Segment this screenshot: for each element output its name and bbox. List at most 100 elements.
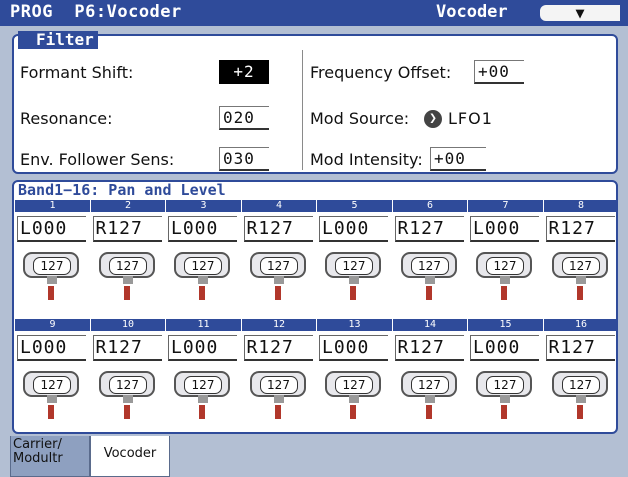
band-level-value: 127: [33, 376, 71, 394]
band-level-bar: [274, 286, 281, 300]
env-follower-sens-label: Env. Follower Sens:: [20, 150, 175, 169]
band-level-bar: [274, 405, 281, 419]
filter-section-label: Filter: [18, 31, 98, 49]
band-number: 3: [165, 200, 241, 212]
band-level-knob[interactable]: 127: [551, 371, 608, 403]
band-pan-field[interactable]: L000: [319, 216, 388, 242]
knob-stem: [198, 395, 208, 403]
band-level-value: 127: [108, 376, 147, 394]
band-level-value: 127: [561, 376, 600, 394]
band-level-value: 127: [184, 376, 222, 394]
band-level-value: 127: [486, 257, 524, 275]
band-level-bar: [350, 405, 356, 419]
band-level-bar: [576, 405, 583, 419]
band-number: 5: [316, 200, 392, 212]
band-level-knob[interactable]: 127: [23, 252, 79, 284]
band-level-value: 127: [335, 257, 373, 275]
knob-stem: [575, 276, 586, 284]
band-level-knob[interactable]: 127: [98, 252, 155, 284]
band-level-knob[interactable]: 127: [174, 252, 230, 284]
band-level-knob[interactable]: 127: [400, 252, 457, 284]
band-level-bar: [425, 286, 432, 300]
band-level-knob[interactable]: 127: [476, 252, 532, 284]
chevron-down-icon: ▼: [575, 4, 585, 22]
knob-stem: [122, 276, 133, 284]
band-pan-field[interactable]: R127: [243, 216, 313, 242]
page-title: Vocoder: [436, 2, 508, 22]
band-level-value: 127: [561, 257, 600, 275]
knob-stem: [198, 276, 208, 284]
tab-carrier-line2: Modultr: [13, 451, 63, 466]
band-level-value: 127: [33, 257, 71, 275]
knob-stem: [500, 395, 510, 403]
band-pan-field[interactable]: L000: [470, 216, 539, 242]
band-number-bar-2: 9 10 11 12 13 14 15 16: [14, 319, 616, 331]
band-level-knob[interactable]: 127: [325, 371, 381, 403]
band-pan-field[interactable]: L000: [17, 216, 86, 242]
band-level-knob[interactable]: 127: [400, 371, 457, 403]
filter-panel: Filter Formant Shift: +2 Resonance: 020 …: [12, 31, 618, 174]
band-number: 7: [467, 200, 543, 212]
tab-carrier-modulator[interactable]: Carrier/ Modultr: [10, 436, 90, 477]
band-number: 4: [240, 200, 317, 212]
band-number: 11: [165, 319, 241, 331]
band-level-value: 127: [410, 376, 449, 394]
band-number: 13: [316, 319, 392, 331]
band-pan-field[interactable]: L000: [17, 335, 86, 361]
band-level-bar: [123, 405, 130, 419]
band-number: 15: [467, 319, 543, 331]
band-level-bar: [199, 286, 205, 300]
band-level-value: 127: [335, 376, 373, 394]
band-number-bar-1: 12345678: [14, 200, 616, 212]
band-pan-field[interactable]: R127: [545, 216, 615, 242]
mod-source-label: Mod Source:: [310, 109, 410, 128]
formant-shift-field[interactable]: +2: [219, 60, 269, 84]
band-pan-field[interactable]: R127: [243, 335, 313, 361]
band-number: 2: [89, 200, 166, 212]
page-menu-button[interactable]: ▼: [538, 3, 622, 23]
mod-source-field[interactable]: LFO1: [448, 109, 493, 128]
knob-stem: [47, 276, 57, 284]
tab-bar: Carrier/ Modultr Vocoder: [0, 436, 628, 477]
resonance-field[interactable]: 020: [219, 106, 269, 130]
band-pan-field[interactable]: L000: [470, 335, 539, 361]
band-pan-field[interactable]: L000: [319, 335, 388, 361]
band-level-knob[interactable]: 127: [174, 371, 230, 403]
knob-stem: [424, 395, 435, 403]
band-level-value: 127: [259, 257, 298, 275]
band-panel: Band1−16: Pan and Level 12345678 L000 127…: [12, 180, 618, 434]
band-section-title: Band1−16: Pan and Level: [18, 181, 226, 199]
band-level-knob[interactable]: 127: [23, 371, 79, 403]
band-pan-field[interactable]: L000: [168, 216, 237, 242]
knob-stem: [575, 395, 586, 403]
band-pan-field[interactable]: R127: [394, 216, 464, 242]
band-pan-field[interactable]: R127: [394, 335, 464, 361]
band-number: 16: [542, 319, 619, 331]
band-level-value: 127: [259, 376, 298, 394]
band-level-bar: [576, 286, 583, 300]
band-number: 10: [89, 319, 166, 331]
band-level-bar: [350, 286, 356, 300]
header-bar: PROG P6:Vocoder Vocoder ▼: [0, 0, 628, 26]
band-level-value: 127: [108, 257, 147, 275]
env-follower-sens-field[interactable]: 030: [219, 147, 269, 171]
mod-intensity-label: Mod Intensity:: [310, 150, 423, 169]
band-pan-field[interactable]: L000: [168, 335, 237, 361]
band-level-knob[interactable]: 127: [551, 252, 608, 284]
tab-vocoder[interactable]: Vocoder: [90, 436, 170, 477]
band-level-knob[interactable]: 127: [249, 252, 306, 284]
band-pan-field[interactable]: R127: [92, 335, 162, 361]
frequency-offset-field[interactable]: +00: [474, 60, 524, 84]
band-level-knob[interactable]: 127: [476, 371, 532, 403]
arrow-right-icon[interactable]: ❯: [424, 110, 442, 128]
band-number: 8: [542, 200, 619, 212]
band-pan-field[interactable]: R127: [545, 335, 615, 361]
band-pan-field[interactable]: R127: [92, 216, 162, 242]
program-title: PROG P6:Vocoder: [10, 2, 182, 22]
band-level-knob[interactable]: 127: [98, 371, 155, 403]
band-level-knob[interactable]: 127: [249, 371, 306, 403]
band-level-knob[interactable]: 127: [325, 252, 381, 284]
knob-stem: [273, 395, 284, 403]
mod-intensity-field[interactable]: +00: [430, 147, 486, 171]
band-level-bar: [48, 405, 54, 419]
